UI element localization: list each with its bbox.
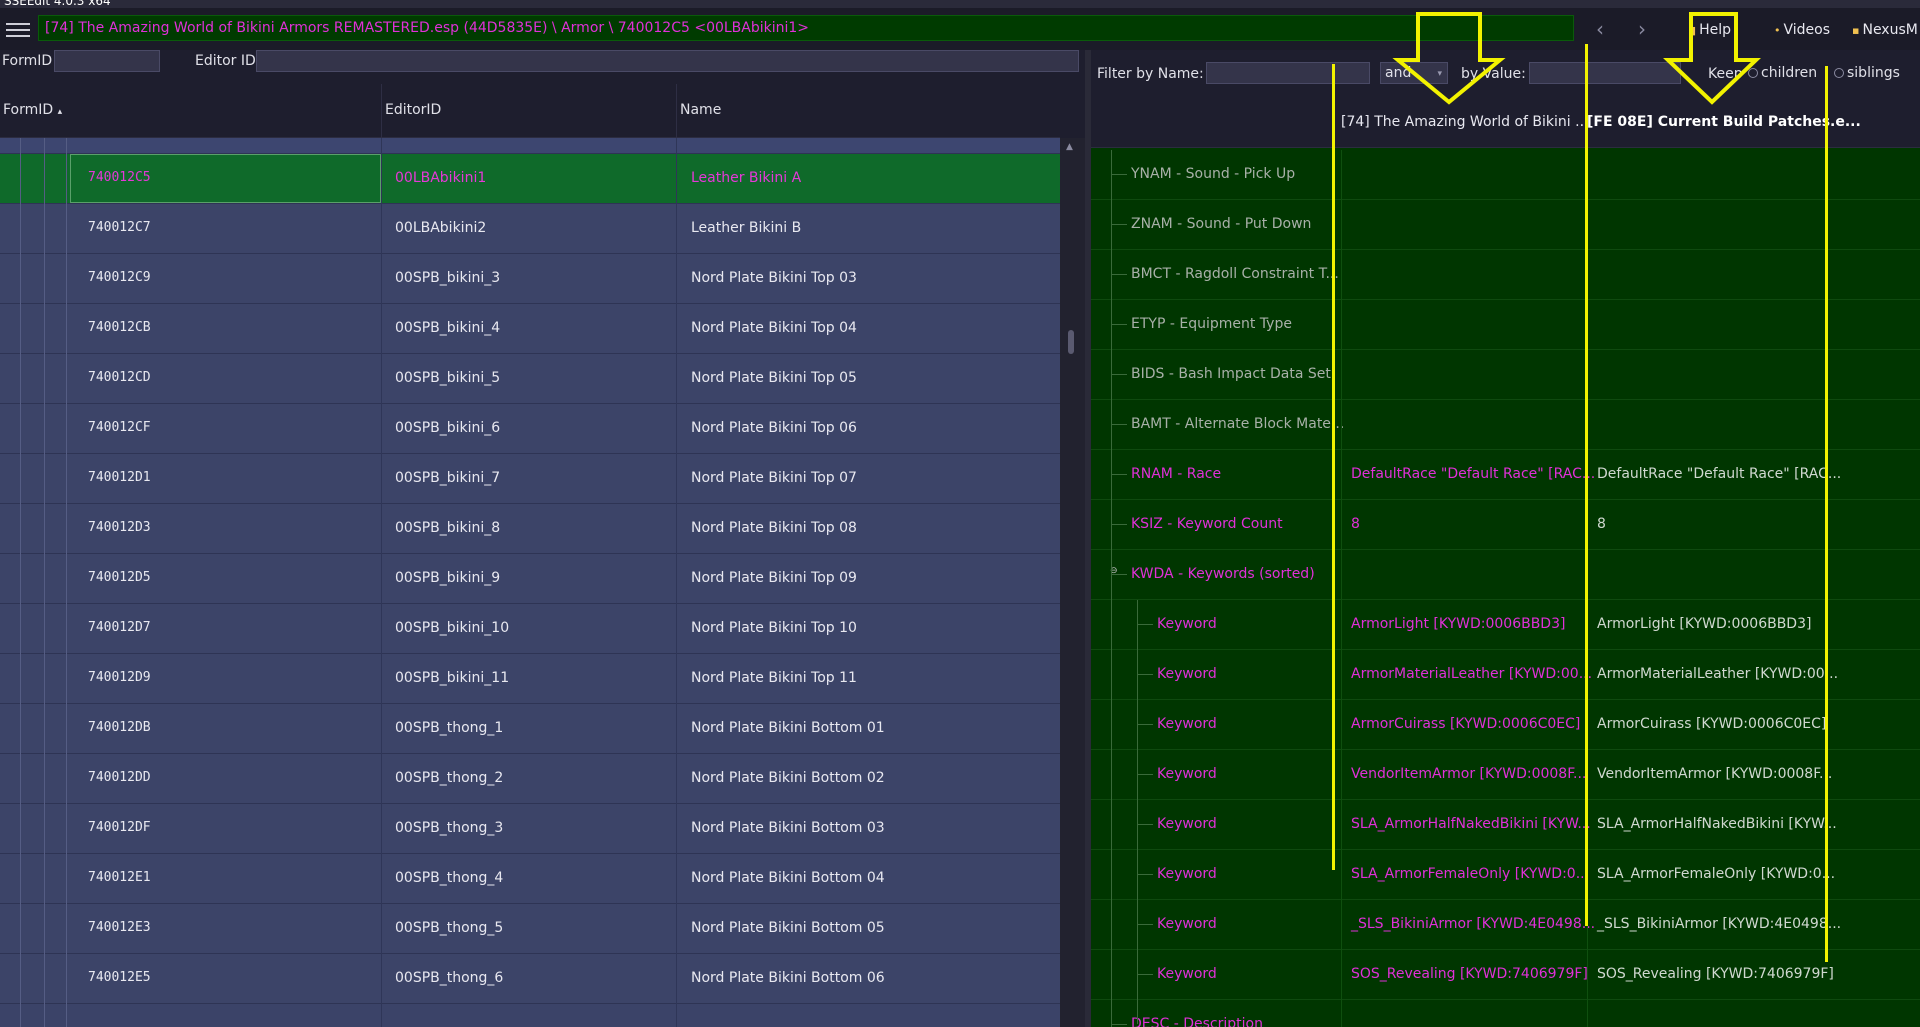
annotation-line xyxy=(1332,64,1335,870)
annotation-arrow xyxy=(1392,12,1506,105)
annotation-line xyxy=(1825,66,1828,962)
annotation-arrow xyxy=(1663,12,1761,105)
annotation-line xyxy=(1585,44,1588,926)
annotation-overlay xyxy=(1392,12,1761,105)
